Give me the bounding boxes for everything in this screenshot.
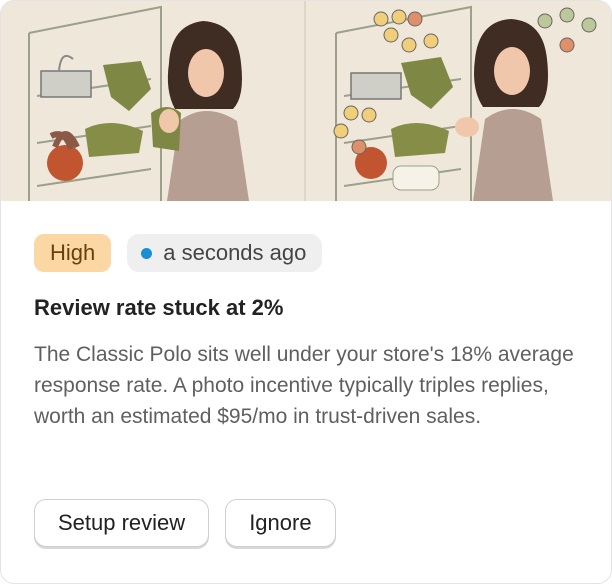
insight-title: Review rate stuck at 2% — [34, 295, 284, 320]
hero-illustration — [1, 1, 611, 201]
status-dot-icon — [141, 247, 153, 259]
timestamp-badge: a seconds ago — [127, 234, 323, 272]
badge-row: High a seconds ago — [34, 234, 323, 272]
insight-description: The Classic Polo sits well under your st… — [34, 343, 574, 428]
priority-badge: High — [34, 234, 112, 272]
timestamp-text: a seconds ago — [163, 240, 307, 265]
ignore-button[interactable]: Ignore — [225, 499, 336, 547]
insight-card: High a seconds ago Review rate stuck at … — [0, 0, 612, 584]
action-row: Setup review Ignore — [34, 499, 336, 547]
setup-review-button[interactable]: Setup review — [34, 499, 210, 547]
